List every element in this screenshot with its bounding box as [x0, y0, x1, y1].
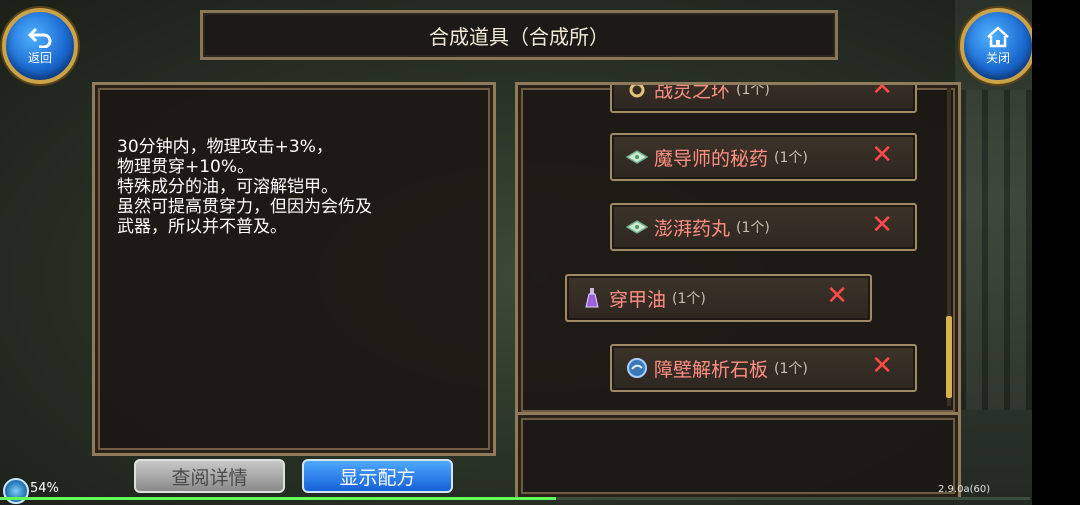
- version-label: 2.9.0a(60): [938, 484, 991, 495]
- tablet-icon: [626, 357, 648, 379]
- description-panel: 30分钟内，物理攻击+3%， 物理贯穿+10%。 特殊成分的油，可溶解铠甲。 虽…: [92, 82, 496, 456]
- recipe-item-name: 魔导师的秘药: [654, 147, 769, 170]
- recipe-item[interactable]: 澎湃药丸 (1个) ✕: [610, 203, 917, 251]
- recipe-item[interactable]: 魔导师的秘药 (1个) ✕: [610, 133, 917, 181]
- progress-fill: [0, 497, 556, 500]
- ring-icon: [626, 85, 648, 100]
- remove-icon[interactable]: ✕: [826, 283, 848, 309]
- close-button[interactable]: 关闭: [960, 8, 1036, 84]
- back-arrow-icon: [27, 27, 52, 48]
- remove-icon[interactable]: ✕: [871, 212, 893, 238]
- recipe-item[interactable]: 穿甲油 (1个) ✕: [565, 274, 872, 322]
- recipe-item-count: (1个): [736, 220, 770, 236]
- scrollbar-thumb[interactable]: [946, 316, 952, 398]
- herb-icon: [626, 146, 648, 168]
- remove-icon[interactable]: ✕: [871, 353, 893, 379]
- back-label: 返回: [27, 51, 52, 65]
- recipe-item-name: 战灵之环: [654, 82, 731, 102]
- home-icon: [987, 26, 1009, 48]
- view-detail-button[interactable]: 查阅详情: [134, 459, 285, 493]
- recipe-item-name: 障壁解析石板: [654, 358, 769, 381]
- recipe-item-name: 穿甲油: [609, 288, 667, 311]
- battery-percent: 54%: [30, 481, 59, 496]
- status-icon: [3, 478, 29, 504]
- recipe-item-count: (1个): [774, 361, 808, 377]
- recipe-list-panel[interactable]: 战灵之环 (1个) ✕ 魔导师的秘药 (1个) ✕ 澎湃药丸 (1个) ✕ 穿甲…: [515, 82, 961, 418]
- recipe-item[interactable]: 战灵之环 (1个) ✕: [610, 82, 917, 113]
- recipe-item-count: (1个): [672, 291, 706, 307]
- recipe-item-name: 澎湃药丸: [654, 217, 731, 240]
- remove-icon[interactable]: ✕: [871, 142, 893, 168]
- herb-icon: [626, 216, 648, 238]
- page-title: 合成道具（合成所）: [200, 10, 838, 60]
- recipe-item-count: (1个): [736, 82, 770, 98]
- screen-edge: [1032, 0, 1080, 505]
- recipe-item[interactable]: 障壁解析石板 (1个) ✕: [610, 344, 917, 392]
- item-description: 30分钟内，物理攻击+3%， 物理贯穿+10%。 特殊成分的油，可溶解铠甲。 虽…: [117, 137, 372, 237]
- recipe-item-count: (1个): [774, 150, 808, 166]
- close-label: 关闭: [985, 51, 1010, 65]
- back-button[interactable]: 返回: [2, 8, 78, 84]
- selected-recipe-panel: [515, 412, 961, 500]
- potion-icon: [581, 287, 603, 309]
- remove-icon[interactable]: ✕: [871, 85, 893, 100]
- show-recipe-button[interactable]: 显示配方: [302, 459, 453, 493]
